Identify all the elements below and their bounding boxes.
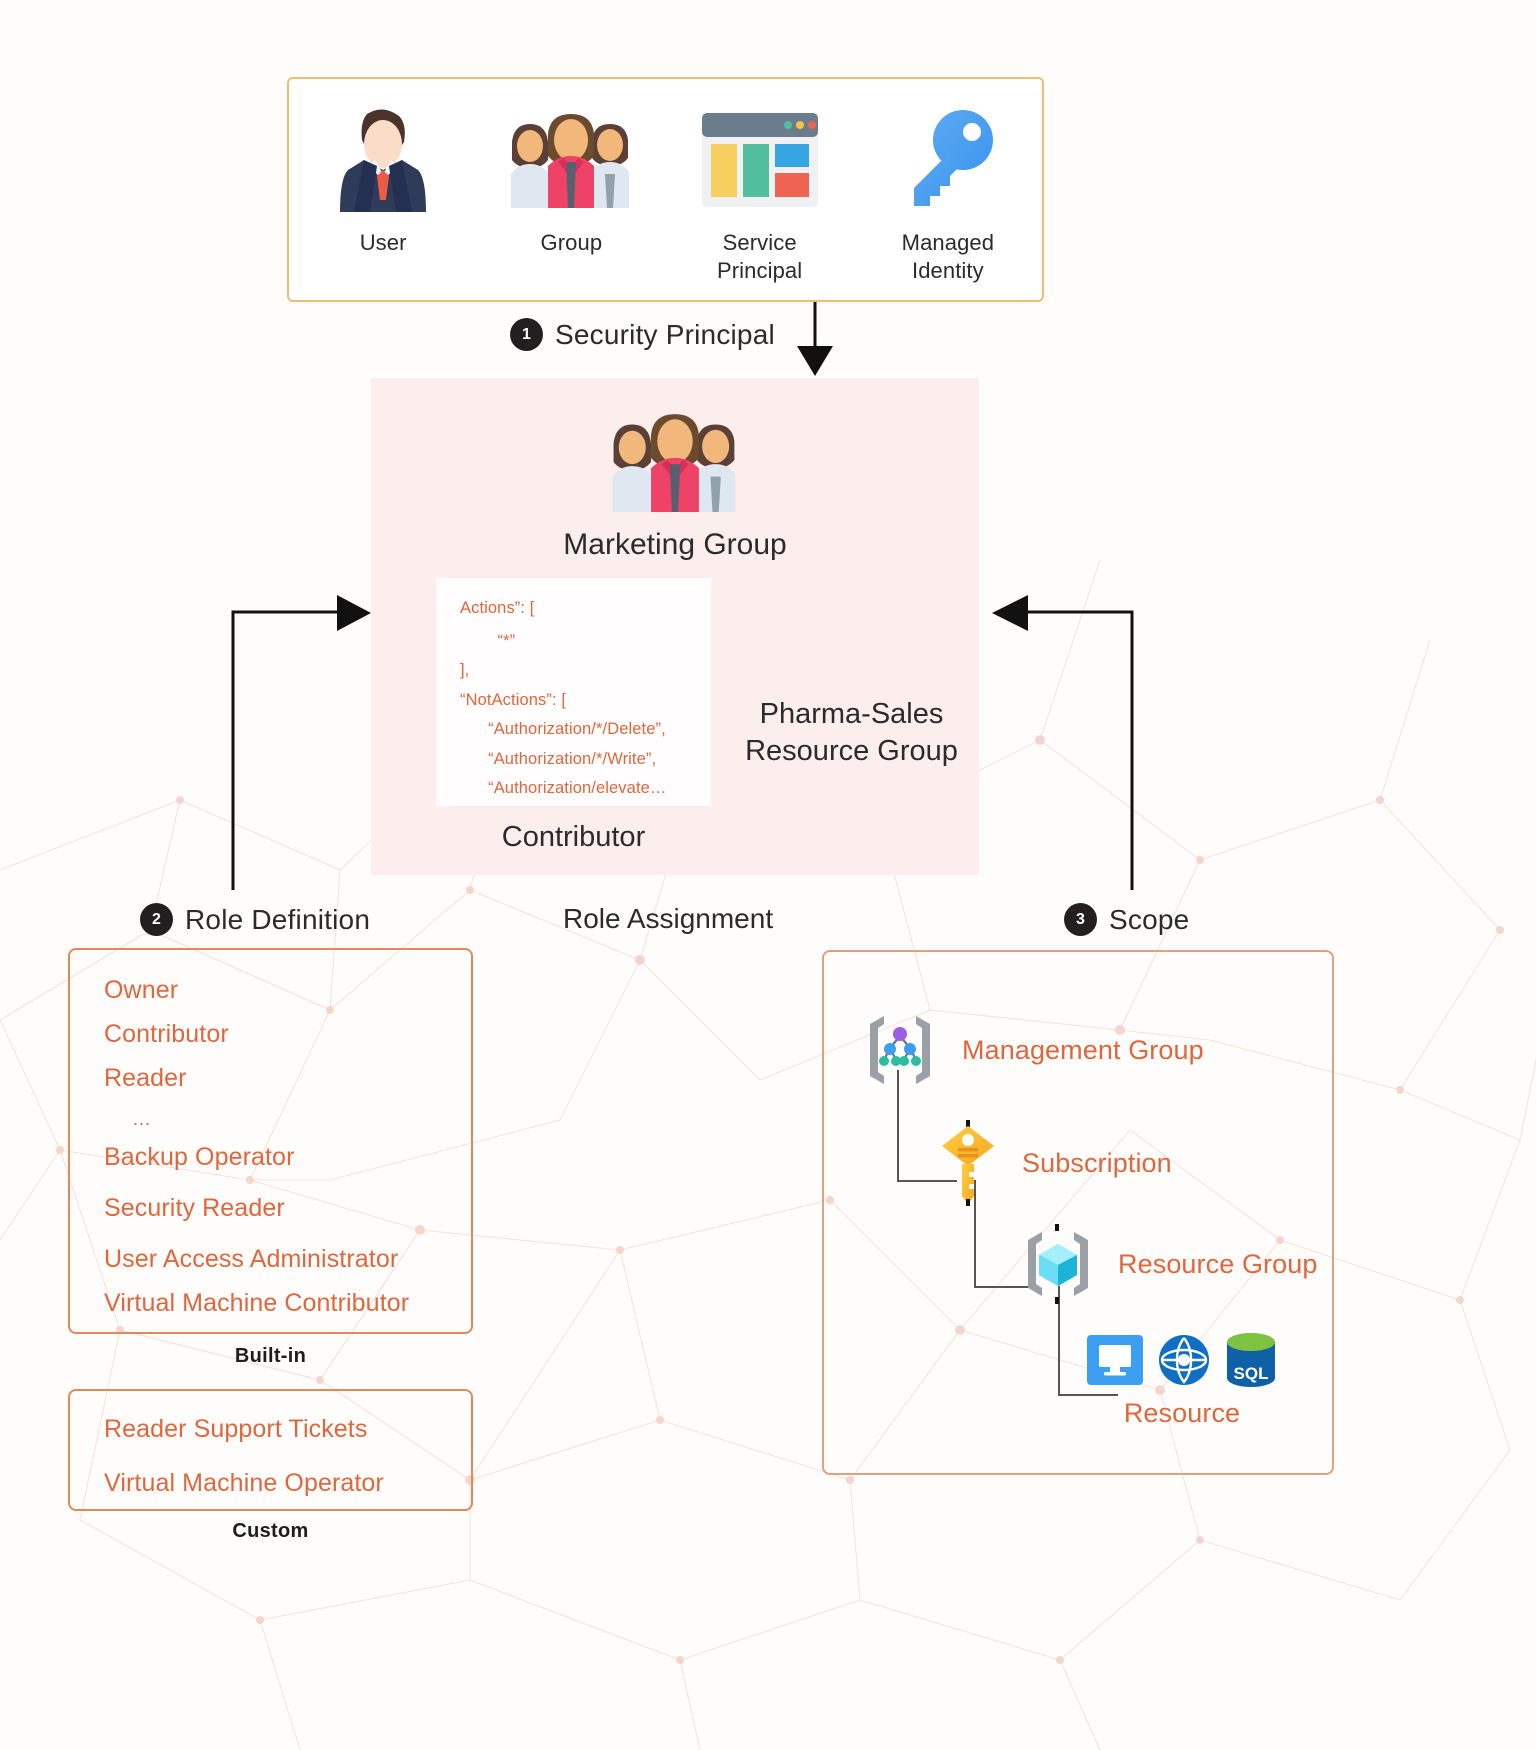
scope-hierarchy-box: Management Group Subscription Resource G… bbox=[822, 950, 1334, 1475]
svg-text:SQL: SQL bbox=[1234, 1364, 1269, 1383]
code-line: “Authorization/*/Write”, bbox=[460, 749, 657, 768]
mi-line1: Managed bbox=[901, 230, 995, 255]
marketing-group-label: Marketing Group bbox=[563, 528, 787, 561]
scope-level-subscription: Subscription bbox=[936, 1120, 1172, 1206]
role-item[interactable]: Owner bbox=[104, 978, 471, 1003]
subscription-key-icon bbox=[936, 1120, 1000, 1206]
code-line: “Authorization/elevate… bbox=[460, 779, 667, 797]
service-principal-icon bbox=[675, 105, 845, 215]
managed-identity-key-icon bbox=[863, 105, 1033, 215]
custom-roles-box: Reader Support Tickets Virtual Machine O… bbox=[68, 1389, 473, 1511]
management-group-icon bbox=[860, 1010, 940, 1090]
scope-level-management-group: Management Group bbox=[860, 1010, 1204, 1090]
scope-level-label: Management Group bbox=[962, 1034, 1204, 1065]
principal-label: Group bbox=[540, 230, 603, 255]
role-item[interactable]: Contributor bbox=[104, 1022, 471, 1047]
svc-line1: Service bbox=[722, 230, 797, 255]
role-item[interactable]: Virtual Machine Operator bbox=[104, 1471, 471, 1496]
builtin-caption: Built-in bbox=[234, 1345, 307, 1367]
step-badge: 2 bbox=[140, 903, 173, 936]
role-item[interactable]: Security Reader bbox=[104, 1196, 471, 1221]
role-assignment-card: Marketing Group Actions”: [ “*” ], “NotA… bbox=[371, 378, 979, 875]
vm-resource-icon bbox=[1086, 1334, 1144, 1386]
contributor-role-label: Contributor bbox=[501, 821, 646, 853]
sql-database-resource-icon: SQL bbox=[1224, 1332, 1278, 1388]
role-item[interactable]: Backup Operator bbox=[104, 1145, 471, 1170]
role-item[interactable]: Reader Support Tickets bbox=[104, 1417, 471, 1442]
code-line: “*” bbox=[460, 631, 516, 650]
network-resource-icon bbox=[1158, 1334, 1210, 1386]
step-label-text: Security Principal bbox=[555, 318, 775, 350]
scope-level-resource: SQL Resource bbox=[1086, 1332, 1278, 1429]
role-item[interactable]: Virtual Machine Contributor bbox=[104, 1291, 471, 1316]
step-label-text: Scope bbox=[1109, 903, 1190, 935]
code-line: Actions”: [ bbox=[460, 599, 535, 617]
rg-line1: Pharma-Sales bbox=[759, 698, 944, 730]
step-badge: 3 bbox=[1064, 903, 1097, 936]
principal-group: Group bbox=[486, 105, 656, 257]
step-badge: 1 bbox=[510, 318, 543, 351]
diagram-canvas: User Group Service Principal Managed Ide… bbox=[0, 0, 1536, 1750]
security-principals-panel: User Group Service Principal Managed Ide… bbox=[287, 77, 1044, 302]
scope-level-label: Subscription bbox=[1022, 1147, 1172, 1178]
role-item[interactable]: User Access Administrator bbox=[104, 1247, 471, 1272]
principal-label: User bbox=[359, 230, 407, 255]
principal-managed-identity: Managed Identity bbox=[863, 105, 1033, 285]
code-line: ], bbox=[460, 661, 470, 679]
group-people-icon bbox=[486, 105, 656, 215]
group-people-icon bbox=[601, 412, 749, 512]
step-label-text: Role Definition bbox=[185, 903, 371, 935]
role-item[interactable]: Reader bbox=[104, 1066, 471, 1091]
role-definition-code-box: Actions”: [ “*” ], “NotActions”: [ “Auth… bbox=[436, 578, 711, 806]
user-avatar-icon bbox=[298, 105, 468, 215]
arrow-principal-to-assignment bbox=[797, 302, 833, 376]
step-security-principal: 1 Security Principal bbox=[510, 318, 775, 351]
scope-level-label: Resource bbox=[1123, 1398, 1241, 1428]
rg-line2: Resource Group bbox=[745, 735, 958, 768]
scope-level-label: Resource Group bbox=[1118, 1248, 1318, 1279]
principal-service: Service Principal bbox=[675, 105, 845, 285]
code-line: “NotActions”: [ bbox=[460, 690, 567, 709]
svc-line2: Principal bbox=[716, 258, 803, 284]
step-scope: 3 Scope bbox=[1064, 903, 1189, 936]
arrow-roledef-to-assignment bbox=[231, 595, 371, 890]
scope-level-resource-group: Resource Group bbox=[1020, 1224, 1318, 1304]
arrow-scope-to-assignment bbox=[992, 595, 1134, 890]
code-line: “Authorization/*/Delete”, bbox=[460, 720, 666, 738]
resource-group-scope-label: Pharma-Sales Resource Group bbox=[729, 696, 974, 770]
builtin-roles-box: Owner Contributor Reader … Backup Operat… bbox=[68, 948, 473, 1334]
resource-group-icon bbox=[1020, 1224, 1096, 1304]
resource-icons: SQL bbox=[1086, 1332, 1278, 1388]
custom-caption: Custom bbox=[232, 1520, 309, 1542]
role-list-ellipsis: … bbox=[132, 1109, 152, 1130]
principal-label: Managed Identity bbox=[863, 229, 1033, 285]
principal-user: User bbox=[298, 105, 468, 257]
role-assignment-caption: Role Assignment bbox=[563, 903, 774, 934]
mi-line2: Identity bbox=[912, 258, 984, 284]
step-role-definition: 2 Role Definition bbox=[140, 903, 370, 936]
principal-label: Service Principal bbox=[675, 229, 845, 285]
